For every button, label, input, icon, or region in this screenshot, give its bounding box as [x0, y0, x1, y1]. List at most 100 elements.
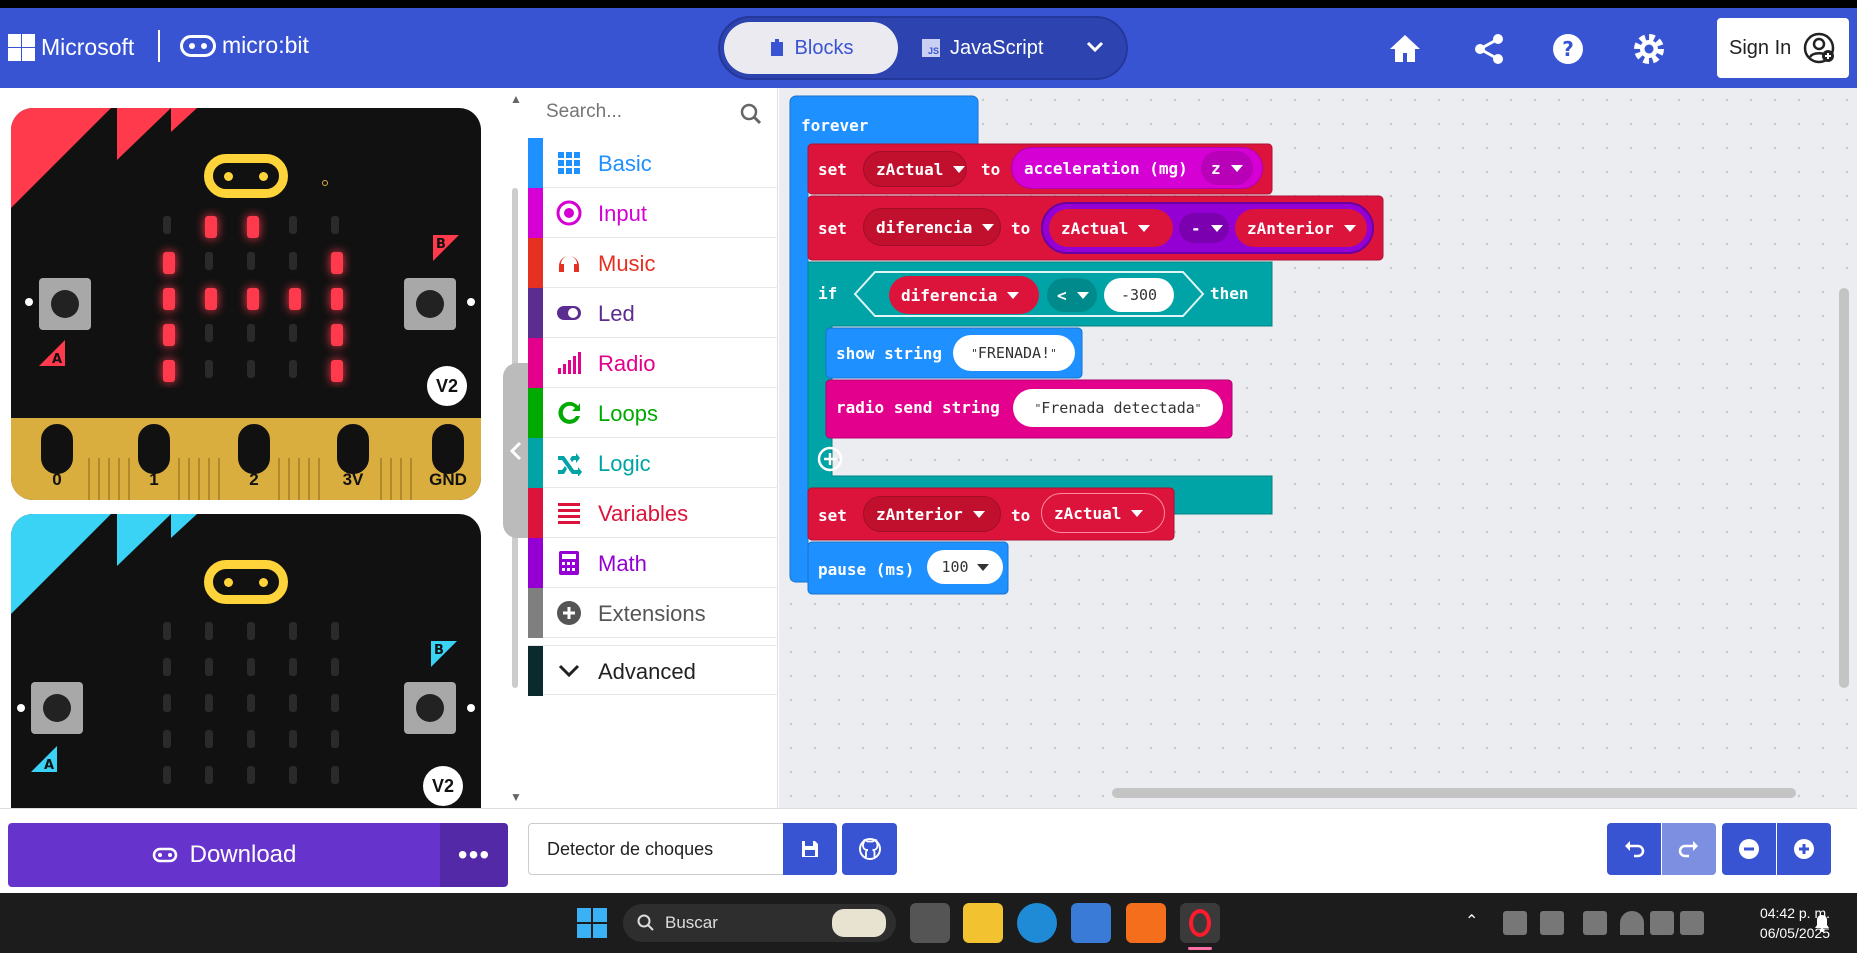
task-view-icon[interactable]: [910, 903, 950, 943]
volume-icon[interactable]: [1650, 911, 1674, 935]
caret-down-icon: [976, 563, 989, 571]
battery-icon[interactable]: [1680, 911, 1704, 935]
category-color-bar: [528, 438, 543, 488]
download-button[interactable]: Download: [8, 823, 440, 887]
github-button[interactable]: [842, 823, 897, 875]
project-name-input[interactable]: [528, 823, 784, 875]
category-led[interactable]: Led: [528, 288, 778, 338]
edge-connector: 0 1 2 3V GND: [11, 418, 481, 500]
workspace-vertical-scrollbar[interactable]: [1839, 288, 1849, 688]
logo-touch-icon[interactable]: [204, 154, 288, 198]
microbit-simulator-1[interactable]: A B V2 0 1 2 3V GND: [11, 108, 481, 500]
variable-dropdown-zanterior[interactable]: zAnterior: [863, 496, 1001, 532]
axis-dropdown[interactable]: z: [1201, 151, 1253, 185]
button-a[interactable]: [39, 278, 91, 330]
quote-open: ": [971, 346, 978, 360]
pause-duration-dropdown[interactable]: 100: [927, 550, 1003, 584]
led-off: [205, 694, 213, 712]
chevron-down-icon[interactable]: [1085, 36, 1105, 56]
category-basic[interactable]: Basic: [528, 138, 778, 188]
logic-icon: [558, 453, 582, 476]
category-advanced[interactable]: Advanced: [528, 645, 778, 696]
category-logic[interactable]: Logic: [528, 438, 778, 488]
taskbar-search[interactable]: Buscar: [623, 904, 896, 942]
search-icon[interactable]: [740, 103, 762, 125]
opera-browser-icon[interactable]: [1180, 903, 1220, 950]
operator-dropdown[interactable]: -: [1179, 213, 1229, 243]
windows-start-icon[interactable]: [576, 907, 608, 939]
redo-button[interactable]: [1662, 823, 1716, 875]
led-on: [163, 360, 175, 382]
string-input-detectada[interactable]: " Frenada detectada ": [1013, 389, 1223, 427]
category-label: Basic: [598, 151, 652, 176]
variable-diferencia[interactable]: diferencia: [889, 276, 1039, 314]
led-off: [247, 730, 255, 748]
svg-text:A: A: [52, 352, 62, 367]
radio-icon: [558, 352, 581, 374]
collapse-simulator-button[interactable]: [503, 363, 528, 538]
button-b-label-icon: B: [433, 235, 459, 261]
variable-zactual[interactable]: zActual: [1049, 209, 1173, 247]
edge-browser-icon[interactable]: [1017, 903, 1057, 943]
wifi-icon[interactable]: [1620, 911, 1644, 935]
search-input[interactable]: [546, 101, 726, 123]
chevron-up-icon[interactable]: ⌃: [1465, 911, 1489, 935]
zoom-out-button[interactable]: [1722, 823, 1776, 875]
blocks-workspace[interactable]: forever set zActual to acceleration (mg)…: [779, 88, 1857, 808]
led-off: [163, 730, 171, 748]
save-button[interactable]: [783, 823, 837, 875]
led-on: [163, 324, 175, 346]
button-b[interactable]: [404, 278, 456, 330]
led-off: [205, 730, 213, 748]
compare-operator-dropdown[interactable]: <: [1047, 278, 1097, 312]
math-icon: [559, 551, 579, 575]
help-icon[interactable]: ?: [1551, 32, 1585, 66]
share-icon[interactable]: [1472, 32, 1506, 66]
led-matrix: [163, 622, 339, 784]
variable-zanterior[interactable]: zAnterior: [1235, 209, 1367, 247]
download-more-button[interactable]: •••: [440, 823, 508, 887]
button-b[interactable]: [404, 682, 456, 734]
category-extensions[interactable]: Extensions: [528, 588, 778, 638]
category-input[interactable]: Input: [528, 188, 778, 238]
scroll-down-arrow[interactable]: ▼: [510, 790, 522, 804]
variable-dropdown-zactual[interactable]: zActual: [863, 151, 967, 187]
tray-app-icon[interactable]: [1540, 911, 1564, 935]
microbit-logo[interactable]: micro:bit: [180, 32, 309, 59]
variable-zactual[interactable]: zActual: [1041, 493, 1165, 533]
notification-bell-icon[interactable]: [1812, 913, 1832, 933]
led-off: [247, 658, 255, 676]
undo-button[interactable]: [1607, 823, 1661, 875]
string-input-frenada[interactable]: " FRENADA! ": [953, 335, 1075, 371]
cloud-offline-icon[interactable]: [1583, 911, 1607, 935]
led-off: [331, 730, 339, 748]
sign-in-button[interactable]: Sign In: [1717, 18, 1849, 78]
category-variables[interactable]: Variables: [528, 488, 778, 538]
button-a[interactable]: [31, 682, 83, 734]
category-loops[interactable]: Loops: [528, 388, 778, 438]
category-radio[interactable]: Radio: [528, 338, 778, 388]
category-music[interactable]: Music: [528, 238, 778, 288]
tray-settings-icon[interactable]: [1503, 911, 1527, 935]
zoom-in-button[interactable]: [1777, 823, 1831, 875]
pin-label: 0: [52, 470, 62, 489]
category-color-bar: [528, 538, 543, 588]
variable-dropdown-diferencia[interactable]: diferencia: [863, 208, 1001, 246]
scroll-up-arrow[interactable]: ▲: [510, 92, 522, 106]
file-explorer-icon[interactable]: [963, 903, 1003, 943]
microsoft-store-icon[interactable]: [1071, 903, 1111, 943]
home-icon[interactable]: [1388, 32, 1422, 66]
blocks-mode-button[interactable]: Blocks: [724, 22, 898, 74]
logo-touch-icon[interactable]: [204, 560, 288, 604]
javascript-mode-button[interactable]: JS JavaScript: [922, 22, 1043, 74]
led-on: [163, 252, 175, 274]
workspace-horizontal-scrollbar[interactable]: [1112, 788, 1796, 798]
threshold-number-input[interactable]: -300: [1104, 278, 1174, 312]
category-math[interactable]: Math: [528, 538, 778, 588]
editor-toolbar: Download •••: [0, 808, 1857, 893]
settings-gear-icon[interactable]: [1632, 32, 1666, 66]
crunchyroll-icon[interactable]: [1126, 903, 1166, 943]
microsoft-logo[interactable]: Microsoft: [8, 34, 134, 61]
category-color-bar: [528, 488, 543, 538]
edge-dot: [17, 704, 25, 712]
